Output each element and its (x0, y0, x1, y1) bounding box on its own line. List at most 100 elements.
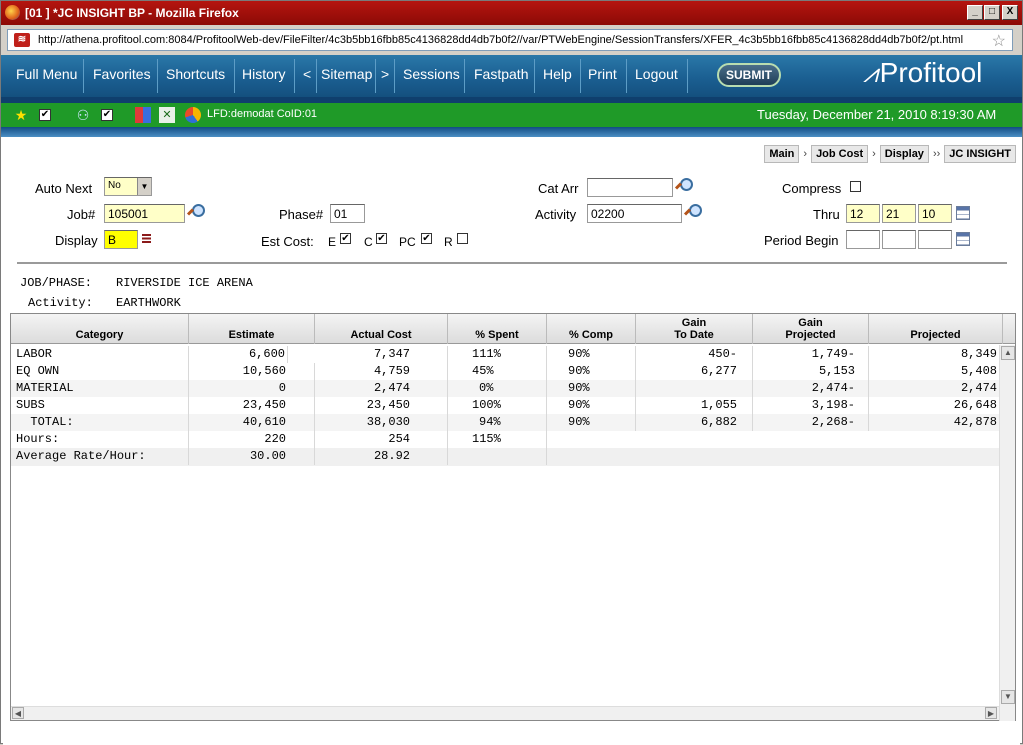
vertical-scrollbar[interactable]: ▲ ▼ (999, 345, 1015, 721)
est-cost-e-checkbox[interactable]: ✔ (340, 233, 351, 244)
auto-next-select[interactable]: No ▼ (104, 177, 152, 196)
column-header-actual-cost[interactable]: Actual Cost (315, 314, 448, 344)
table-cell: 5,408 (960, 364, 997, 378)
minimize-button[interactable]: _ (967, 5, 983, 20)
thru-calendar-icon[interactable] (956, 206, 970, 220)
table-row-avg-rate[interactable]: Average Rate/Hour: 30.00 28.92 (11, 448, 999, 466)
period-begin-calendar-icon[interactable] (956, 232, 970, 246)
nav-logout[interactable]: Logout (635, 55, 678, 97)
title-bar: [01 ] *JC INSIGHT BP - Mozilla Firefox _… (1, 1, 1022, 25)
thru-month-field[interactable]: 12 (846, 204, 880, 223)
nav-shortcuts[interactable]: Shortcuts (166, 55, 225, 97)
activity-field[interactable]: 02200 (587, 204, 682, 223)
cost-table: Category Estimate Actual Cost % Spent % … (10, 313, 1016, 721)
period-begin-day-field[interactable] (882, 230, 916, 249)
breadcrumb-job-cost[interactable]: Job Cost (811, 145, 869, 163)
display-field[interactable]: B (104, 230, 138, 249)
breadcrumb: Main › Job Cost › Display ›› JC INSIGHT (764, 145, 1016, 163)
column-header-projected[interactable]: Projected (869, 314, 1003, 344)
chart-icon[interactable] (185, 107, 201, 123)
table-cell-border (189, 363, 315, 380)
users-icon[interactable]: ⚇ (75, 107, 91, 123)
cat-arr-lookup-icon[interactable] (676, 178, 693, 192)
cat-arr-label: Cat Arr (538, 181, 579, 196)
lfd-text: LFD:demodat CoID:01 (207, 108, 318, 120)
table-row[interactable]: EQ OWN 10,560 4,759 45% 90% 6,277 5,153 … (11, 363, 999, 380)
phase-field[interactable]: 01 (330, 204, 365, 223)
maximize-button[interactable]: □ (984, 5, 1000, 20)
column-header-pct-spent[interactable]: % Spent (448, 314, 547, 344)
compress-checkbox[interactable] (850, 181, 861, 192)
users-checkbox[interactable]: ✔ (101, 109, 113, 121)
list-icon[interactable] (142, 234, 151, 243)
activity-lookup-icon[interactable] (685, 204, 702, 218)
table-cell-border (636, 397, 753, 414)
nav-full-menu[interactable]: Full Menu (16, 55, 77, 97)
header-line-2: To Date (674, 329, 714, 341)
url-bar: ≋ http://athena.profitool.com:8084/Profi… (1, 25, 1022, 55)
job-field[interactable]: 105001 (104, 204, 185, 223)
column-header-estimate[interactable]: Estimate (189, 314, 315, 344)
nav-fastpath[interactable]: Fastpath (474, 55, 528, 97)
excel-icon[interactable]: ✕ (159, 107, 175, 123)
breadcrumb-display[interactable]: Display (879, 145, 929, 163)
close-button[interactable]: X (1002, 5, 1018, 20)
table-cell-border (636, 346, 753, 363)
est-cost-pc-label: PC (399, 235, 416, 249)
breadcrumb-main[interactable]: Main (764, 145, 800, 163)
table-cell-border (547, 363, 636, 380)
nav-favorites[interactable]: Favorites (93, 55, 151, 97)
horizontal-scrollbar[interactable]: ◀ ▶ (11, 706, 999, 720)
column-header-category[interactable]: Category (11, 314, 189, 344)
nav-sessions[interactable]: Sessions (403, 55, 460, 97)
nav-divider (234, 59, 235, 93)
column-header-gain-to-date[interactable]: Gain To Date (636, 314, 753, 344)
scroll-up-icon[interactable]: ▲ (1001, 346, 1015, 360)
scroll-right-icon[interactable]: ▶ (985, 707, 997, 719)
submit-button[interactable]: SUBMIT (717, 63, 781, 87)
datetime-text: Tuesday, December 21, 2010 8:19:30 AM (757, 107, 997, 122)
table-row-hours[interactable]: Hours: 220 254 115% (11, 431, 999, 448)
column-header-pct-comp[interactable]: % Comp (547, 314, 636, 344)
header-line-2: Estimate (228, 329, 275, 341)
column-header-gain-projected[interactable]: Gain Projected (753, 314, 869, 344)
est-cost-c-checkbox[interactable]: ✔ (376, 233, 387, 244)
table-row[interactable]: SUBS 23,450 23,450 100% 90% 1,055 3,198-… (11, 397, 999, 414)
grid-icon[interactable] (135, 107, 151, 123)
nav-divider (464, 59, 465, 93)
scroll-left-icon[interactable]: ◀ (12, 707, 24, 719)
est-cost-r-checkbox[interactable] (457, 233, 468, 244)
period-begin-year-field[interactable] (918, 230, 952, 249)
thru-day-field[interactable]: 21 (882, 204, 916, 223)
cat-arr-field[interactable] (587, 178, 673, 197)
breadcrumb-separator: ›› (932, 148, 941, 160)
table-row-total[interactable]: TOTAL: 40,610 38,030 94% 90% 6,882 2,268… (11, 414, 999, 431)
table-cell-border (753, 346, 869, 363)
job-lookup-icon[interactable] (188, 204, 205, 218)
chevron-down-icon[interactable]: ▼ (137, 178, 151, 195)
nav-print[interactable]: Print (588, 55, 617, 97)
table-row[interactable]: LABOR 6,600 7,347 111% 90% 450- 1,749- 8… (11, 346, 999, 363)
address-field[interactable]: ≋ http://athena.profitool.com:8084/Profi… (7, 29, 1013, 51)
est-cost-pc-checkbox[interactable]: ✔ (421, 233, 432, 244)
nav-sitemap[interactable]: Sitemap (321, 55, 372, 97)
nav-back[interactable]: < (303, 55, 311, 97)
scroll-down-icon[interactable]: ▼ (1001, 690, 1015, 704)
period-begin-month-field[interactable] (846, 230, 880, 249)
favorites-checkbox[interactable]: ✔ (39, 109, 51, 121)
breadcrumb-jc-insight[interactable]: JC INSIGHT (944, 145, 1016, 163)
table-cell-border (315, 380, 448, 397)
table-row[interactable]: MATERIAL 0 2,474 0% 90% 2,474- 2,474 (11, 380, 999, 397)
nav-help[interactable]: Help (543, 55, 572, 97)
bookmark-star-icon[interactable]: ☆ (992, 31, 1006, 51)
favorites-star-icon[interactable]: ★ (13, 107, 29, 123)
table-cell: MATERIAL (11, 380, 189, 397)
header-line-2: % Spent (475, 329, 519, 341)
nav-history[interactable]: History (242, 55, 286, 97)
table-cell-border (448, 363, 547, 380)
table-cell-border (448, 448, 547, 465)
thru-year-field[interactable]: 10 (918, 204, 952, 223)
nav-forward[interactable]: > (381, 55, 389, 97)
activity-label: Activity (535, 207, 577, 222)
table-cell-border (547, 380, 636, 397)
